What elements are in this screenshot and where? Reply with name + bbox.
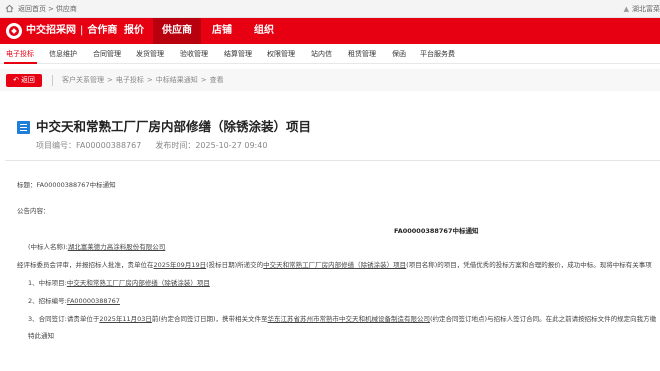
content-label: 公告内容： [17, 207, 50, 215]
back-button[interactable]: ↶ 返回 [6, 74, 42, 87]
closing-text: 特此通知 [28, 332, 54, 340]
project-number: FA00000388767 [76, 141, 142, 150]
subnav-item-permissions[interactable]: 权限管理 [267, 44, 295, 64]
subnav-item-acceptance[interactable]: 验收管理 [180, 44, 208, 64]
recipient-name: 湖北富莱德力高涂料股份有限公司 [67, 243, 166, 251]
breadcrumb-crm[interactable]: 客户关系管理 [62, 76, 104, 84]
section-divider [5, 160, 660, 161]
breadcrumb-separator: > [48, 5, 54, 13]
sub-nav: 电子投标 信息维护 合同管理 发货管理 验收管理 结算管理 权限管理 站内信 租… [0, 44, 660, 64]
user-icon: ▲ [623, 5, 629, 13]
home-icon[interactable] [5, 4, 14, 13]
notice-meta: 项目编号：FA00000388767 发布时间：2025-10-27 09:40 [36, 141, 268, 150]
subnav-item-leasing[interactable]: 租赁管理 [348, 44, 376, 64]
company-name: 湖北富菜 [632, 5, 660, 13]
page-breadcrumb: 客户关系管理 > 电子投标 > 中标结果通知 > 查看 [62, 76, 224, 84]
breadcrumb-e-bidding[interactable]: 电子投标 [116, 76, 144, 84]
subnav-item-info-maintenance[interactable]: 信息维护 [49, 44, 77, 64]
document-icon [17, 121, 30, 134]
subnav-item-guarantee[interactable]: 保函 [392, 44, 406, 64]
recipient-line: (中标人名称):湖北富莱德力高涂料股份有限公司 [28, 243, 166, 251]
nav-item-shop[interactable]: 店铺 [201, 18, 243, 44]
action-divider [52, 75, 53, 86]
subnav-item-contract[interactable]: 合同管理 [93, 44, 121, 64]
paragraph-award: 经评标委员会评审，并报招标人批准，贵单位在2025年09月19日(投标日期)所递… [17, 261, 652, 269]
subnav-item-e-bidding[interactable]: 电子投标 [6, 44, 34, 64]
logo-icon [6, 23, 22, 39]
breadcrumb-award-notice[interactable]: 中标结果通知 [156, 76, 198, 84]
main-header: 中交招采网 | 合作商 报价 供应商 店铺 组织 [0, 18, 660, 44]
subject-line: 标题：FA00000388767中标通知 [17, 181, 116, 189]
nav-item-organization[interactable]: 组织 [243, 18, 285, 44]
top-utility-bar: 返回首页 > 供应商 ▲ 湖北富菜 [0, 0, 660, 18]
subnav-item-messages[interactable]: 站内信 [311, 44, 332, 64]
notice-heading: FA00000388767中标通知 [394, 227, 479, 235]
item-contract: 3、合同签订:请贵单位于2025年11月03日前(约定合同签订日期)，携带相关文… [28, 315, 657, 323]
item-bid-number: 2、招标编号:FA00000388767 [28, 297, 120, 305]
active-tab-indicator [4, 62, 37, 64]
subnav-item-settlement[interactable]: 结算管理 [224, 44, 252, 64]
nav-item-quote[interactable]: 报价 [115, 18, 153, 44]
home-link[interactable]: 返回首页 [18, 5, 46, 13]
item-project: 1、中标项目:中交天和常熟工厂厂房内部修缮（除锈涂装）项目 [28, 279, 210, 287]
company-menu[interactable]: ▲ 湖北富菜 [624, 4, 660, 14]
back-arrow-icon: ↶ [13, 76, 19, 84]
current-section: 供应商 [55, 5, 77, 13]
top-breadcrumb: 返回首页 > 供应商 [18, 4, 77, 14]
publish-time: 2025-10-27 09:40 [195, 141, 268, 150]
subject-value: FA00000388767中标通知 [36, 181, 116, 189]
subnav-item-shipping[interactable]: 发货管理 [136, 44, 164, 64]
subnav-item-platform-fee[interactable]: 平台服务费 [420, 44, 455, 64]
page-title: 中交天和常熟工厂厂房内部修缮（除锈涂装）项目 [36, 119, 312, 134]
breadcrumb-view: 查看 [209, 76, 224, 84]
brand-name: 中交招采网 | 合作商 [26, 25, 118, 36]
nav-item-supplier[interactable]: 供应商 [153, 18, 201, 44]
